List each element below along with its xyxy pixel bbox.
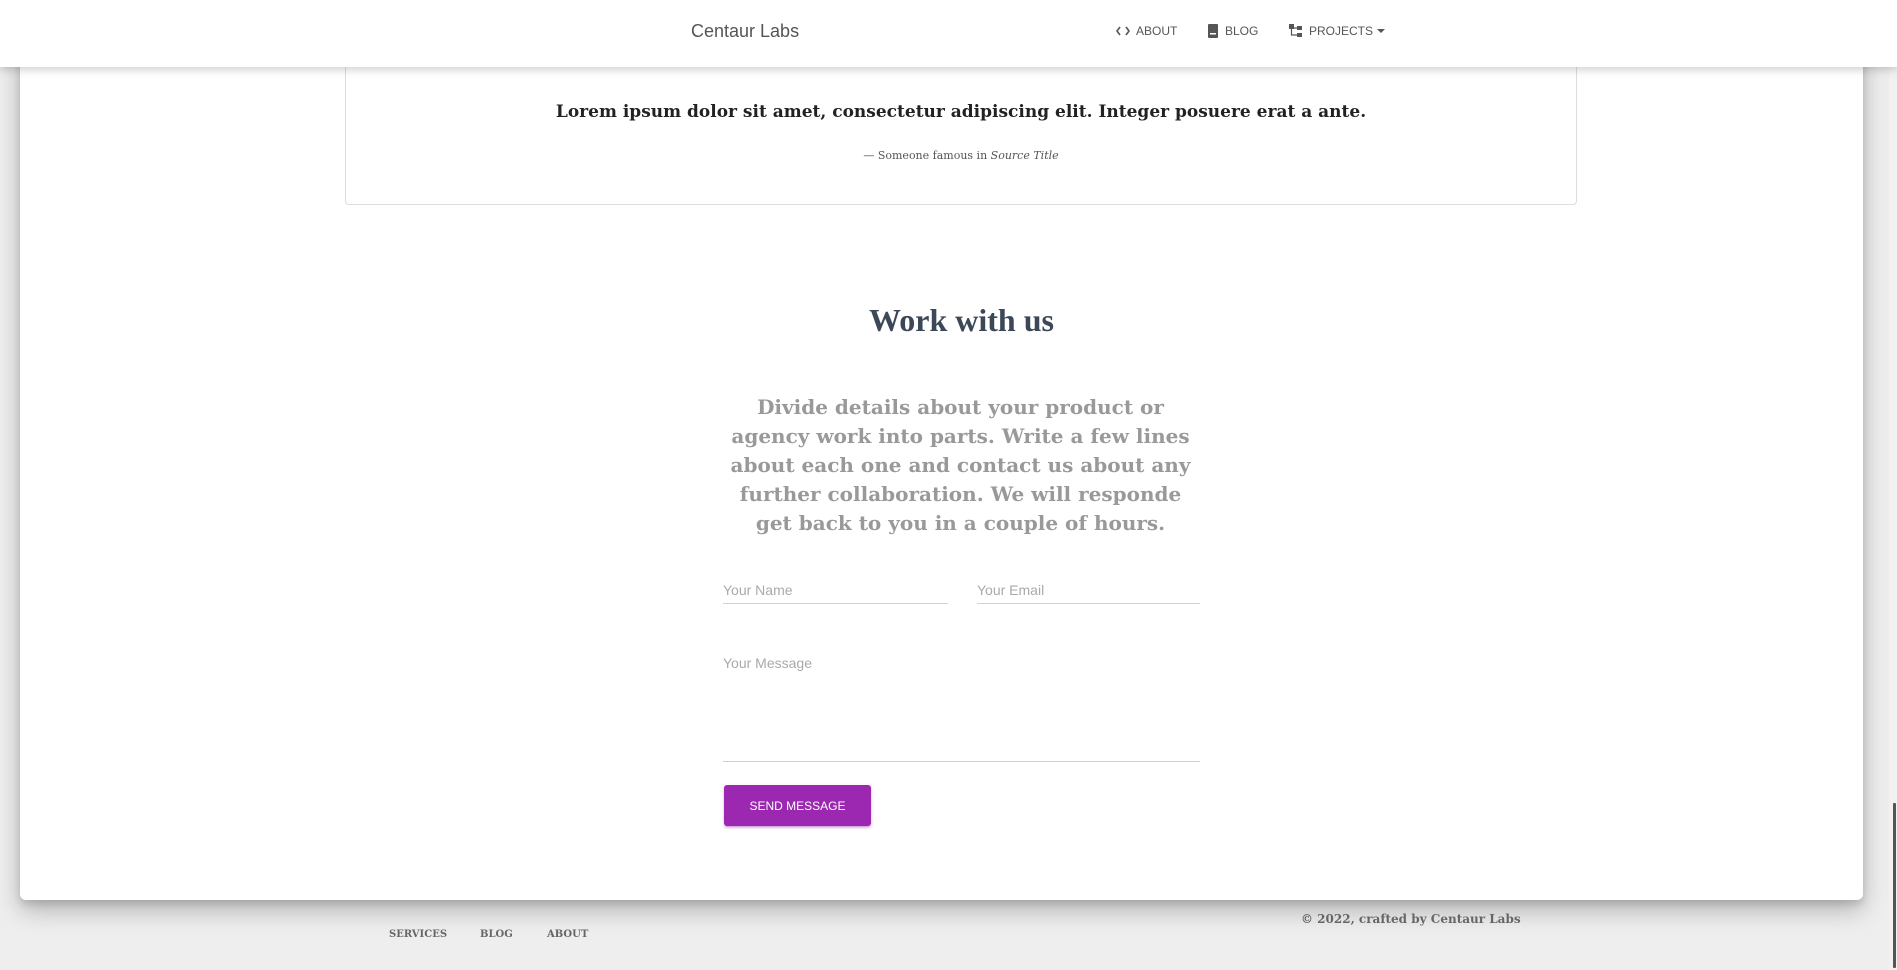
footer-link-about[interactable]: About <box>547 929 588 940</box>
nav-blog-label: Blog <box>1225 24 1259 38</box>
section-description: Divide details about your product or age… <box>730 395 1191 535</box>
quote-source-title: Source Title <box>990 149 1059 162</box>
section-title: Work with us <box>869 302 1054 338</box>
nav-about-label: About <box>1136 24 1178 38</box>
message-field[interactable] <box>723 655 1200 762</box>
page-scrollbar[interactable] <box>1889 0 1897 970</box>
book-icon <box>1207 24 1219 38</box>
code-icon <box>1116 26 1130 36</box>
footer-link-blog[interactable]: Blog <box>480 929 513 940</box>
nav-item-about[interactable]: About <box>1116 24 1177 38</box>
nav-projects-label: Projects <box>1309 24 1374 38</box>
nav-item-projects[interactable]: Projects <box>1289 24 1386 38</box>
main-content-card: Lorem ipsum dolor sit amet, consectetur … <box>20 0 1863 900</box>
footer-link-services[interactable]: Services <box>389 929 447 940</box>
quote-attribution: — Someone famous in Source Title <box>346 149 1576 162</box>
quote-text: Lorem ipsum dolor sit amet, consectetur … <box>555 102 1367 122</box>
scrollbar-thumb[interactable] <box>1893 803 1896 968</box>
brand-logo-text[interactable]: Centaur Labs <box>691 21 799 42</box>
top-navbar: Centaur Labs About Blog Pr <box>0 0 1897 67</box>
chevron-down-icon <box>1377 29 1386 33</box>
email-field[interactable] <box>977 576 1200 604</box>
nav-item-blog[interactable]: Blog <box>1207 24 1258 38</box>
quote-attribution-prefix: — Someone famous in <box>863 149 988 162</box>
sitemap-icon <box>1289 24 1303 38</box>
send-message-button[interactable]: Send Message <box>724 785 871 826</box>
name-field[interactable] <box>723 576 948 604</box>
footer-copyright: © 2022, crafted by Centaur Labs <box>1301 912 1521 926</box>
